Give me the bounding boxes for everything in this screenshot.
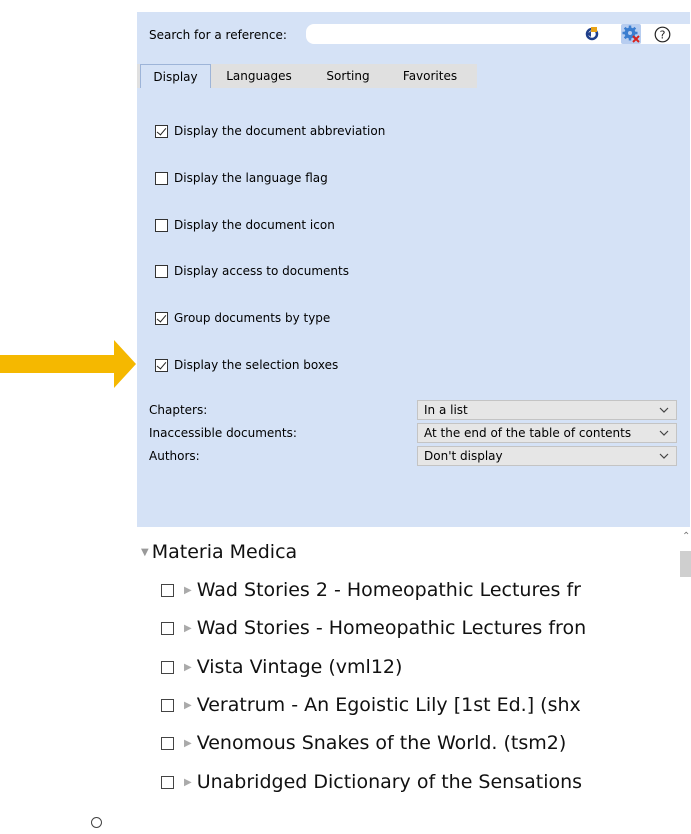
tree-item[interactable]: ▶ Unabridged Dictionary of the Sensation… (161, 770, 671, 794)
expand-triangle-icon[interactable]: ▶ (184, 738, 192, 749)
vertical-scrollbar[interactable]: ⌃ (680, 527, 691, 834)
checkbox[interactable] (155, 311, 168, 325)
expand-triangle-icon[interactable]: ▼ (141, 547, 149, 558)
selection-checkbox[interactable] (161, 775, 174, 789)
tab-favorites[interactable]: Favorites (395, 64, 465, 88)
gear-close-icon[interactable] (621, 24, 641, 44)
option-selection-boxes[interactable]: Display the selection boxes (155, 356, 338, 374)
expand-triangle-icon[interactable]: ▶ (184, 700, 192, 711)
selection-checkbox[interactable] (161, 621, 174, 635)
scroll-up-icon[interactable]: ⌃ (682, 531, 690, 542)
option-group-by-type[interactable]: Group documents by type (155, 309, 330, 327)
expand-triangle-icon[interactable]: ▶ (184, 585, 192, 596)
expand-triangle-icon[interactable]: ▶ (184, 662, 192, 673)
chapters-select[interactable]: In a list (417, 400, 677, 420)
selection-checkbox[interactable] (161, 660, 174, 674)
tab-strip: Display Languages Sorting Favorites (137, 64, 477, 88)
chapters-label: Chapters: (149, 403, 208, 417)
tree-item[interactable]: ▶ Venomous Snakes of the World. (tsm2) (161, 731, 671, 755)
selection-checkbox[interactable] (161, 736, 174, 750)
option-label: Display the language flag (174, 171, 328, 185)
chapters-value: In a list (424, 403, 468, 417)
tab-sorting[interactable]: Sorting (319, 64, 377, 88)
authors-value: Don't display (424, 449, 503, 463)
pointer-arrow-icon (0, 340, 136, 388)
tree-item[interactable]: ▶ Wad Stories - Homeopathic Lectures fro… (161, 616, 671, 640)
chevron-down-icon (659, 453, 669, 459)
settings-panel: Search for a reference: ? Display Langua… (137, 12, 691, 527)
tree-item-label: Venomous Snakes of the World. (tsm2) (196, 732, 567, 754)
tree-item[interactable]: ▶ Wad Stories 2 - Homeopathic Lectures f… (161, 578, 671, 602)
tree-item[interactable]: ▶ Vista Vintage (vml12) (161, 655, 671, 679)
checkbox[interactable] (155, 124, 168, 138)
option-label: Group documents by type (174, 311, 331, 325)
expand-triangle-icon[interactable]: ▶ (184, 777, 192, 788)
tree-root-label: Materia Medica (151, 541, 298, 563)
chevron-down-icon (659, 430, 669, 436)
cursor-circle-icon (91, 817, 102, 828)
inaccessible-documents-value: At the end of the table of contents (424, 426, 632, 440)
tree-item-label: Unabridged Dictionary of the Sensations (196, 771, 583, 793)
inaccessible-documents-label: Inaccessible documents: (149, 426, 297, 440)
option-document-icon[interactable]: Display the document icon (155, 216, 335, 234)
help-glyph: ? (659, 28, 665, 41)
chevron-down-icon (659, 407, 669, 413)
option-language-flag[interactable]: Display the language flag (155, 169, 328, 187)
selection-checkbox[interactable] (161, 698, 174, 712)
tree-item-label: Wad Stories 2 - Homeopathic Lectures fr (196, 579, 581, 601)
scroll-thumb[interactable] (680, 551, 691, 577)
search-bar: Search for a reference: ? (137, 12, 691, 57)
authors-select[interactable]: Don't display (417, 446, 677, 466)
tab-display[interactable]: Display (140, 64, 211, 88)
option-access-to-documents[interactable]: Display access to documents (155, 262, 349, 280)
option-label: Display the selection boxes (174, 358, 339, 372)
tree-item-label: Wad Stories - Homeopathic Lectures fron (196, 617, 587, 639)
option-label: Display access to documents (174, 264, 349, 278)
tree-item-label: Vista Vintage (vml12) (196, 656, 403, 678)
checkbox[interactable] (155, 264, 168, 278)
document-tree: ▼ Materia Medica ▶ Wad Stories 2 - Homeo… (137, 527, 691, 834)
option-document-abbreviation[interactable]: Display the document abbreviation (155, 122, 385, 140)
tree-item-label: Veratrum - An Egoistic Lily [1st Ed.] (s… (196, 694, 581, 716)
checkbox[interactable] (155, 358, 168, 372)
search-label: Search for a reference: (149, 28, 287, 42)
tree-root-materia-medica[interactable]: ▼ Materia Medica (141, 541, 297, 563)
tab-languages[interactable]: Languages (221, 64, 297, 88)
inaccessible-documents-select[interactable]: At the end of the table of contents (417, 423, 677, 443)
option-label: Display the document abbreviation (174, 124, 386, 138)
help-icon[interactable]: ? (652, 24, 672, 44)
checkbox[interactable] (155, 218, 168, 232)
checkbox[interactable] (155, 171, 168, 185)
refresh-icon[interactable] (582, 24, 602, 44)
authors-label: Authors: (149, 449, 200, 463)
expand-triangle-icon[interactable]: ▶ (184, 623, 192, 634)
selection-checkbox[interactable] (161, 583, 174, 597)
tree-item[interactable]: ▶ Veratrum - An Egoistic Lily [1st Ed.] … (161, 693, 671, 717)
option-label: Display the document icon (174, 218, 335, 232)
